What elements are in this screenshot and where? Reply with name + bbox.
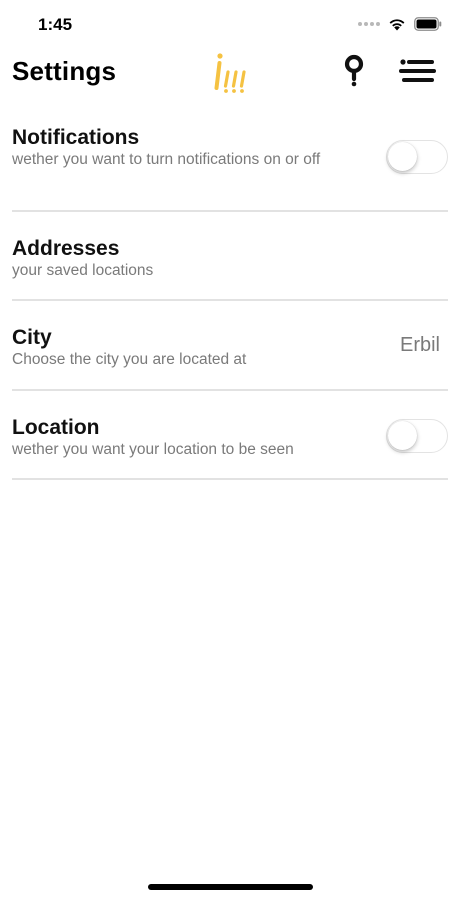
setting-title: City [12,326,52,349]
status-icons [358,16,442,32]
setting-notifications: Notifications wether you want to turn no… [12,118,448,212]
menu-button[interactable] [396,58,438,86]
wifi-icon [389,19,405,31]
location-toggle[interactable] [386,419,448,453]
battery-icon [414,17,442,31]
setting-addresses[interactable]: Addresses your saved locations [12,212,448,301]
setting-title: Notifications [12,126,140,149]
setting-title: Addresses [12,237,120,260]
setting-description: wether you want to turn notifications on… [12,151,321,168]
header: Settings [0,46,460,100]
setting-city[interactable]: City Choose the city you are located at … [12,301,448,391]
page-title: Settings [12,56,117,86]
city-value: Erbil [399,334,440,356]
status-bar: 1:45 [0,0,460,46]
brand-logo-icon [214,53,246,93]
setting-location: Location wether you want your location t… [12,391,448,480]
cellular-signal-icon [358,22,380,26]
home-indicator[interactable] [148,884,313,890]
toggle-knob [388,142,417,171]
status-time: 1:45 [38,15,73,34]
setting-title: Location [12,416,100,439]
search-button[interactable] [342,54,368,88]
setting-description: Choose the city you are located at [12,351,247,368]
settings-list: Notifications wether you want to turn no… [12,118,448,480]
setting-description: your saved locations [12,262,154,279]
notifications-toggle[interactable] [386,140,448,174]
toggle-knob [388,421,417,450]
search-icon [344,54,364,87]
menu-icon [399,59,436,82]
setting-description: wether you want your location to be seen [12,441,294,458]
